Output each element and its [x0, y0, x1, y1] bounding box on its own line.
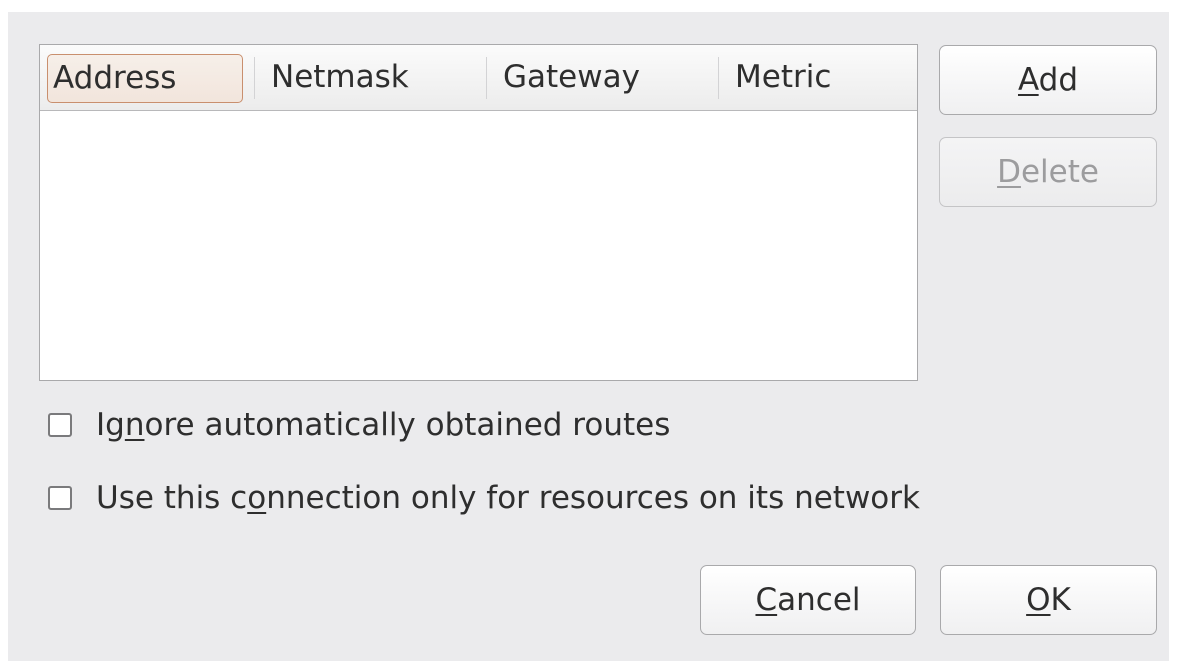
column-separator[interactable]	[486, 57, 487, 99]
column-header-label: Netmask	[271, 59, 409, 95]
column-separator[interactable]	[254, 57, 255, 99]
routes-table-body[interactable]	[40, 111, 917, 380]
add-button[interactable]: Add	[939, 45, 1157, 115]
button-label: OK	[1026, 582, 1071, 618]
column-header-label: Address	[53, 60, 177, 96]
delete-button[interactable]: Delete	[939, 137, 1157, 207]
column-header-label: Metric	[735, 59, 832, 95]
ok-button[interactable]: OK	[940, 565, 1157, 635]
button-label: Delete	[997, 154, 1099, 190]
column-header-netmask[interactable]: Netmask	[256, 45, 486, 110]
only-network-checkbox[interactable]	[48, 486, 72, 510]
ignore-routes-checkbox[interactable]	[48, 413, 72, 437]
column-separator[interactable]	[718, 57, 719, 99]
only-network-label: Use this connection only for resources o…	[96, 480, 920, 516]
routes-table-header: Address Netmask Gateway Metric	[40, 45, 917, 111]
column-header-metric[interactable]: Metric	[720, 45, 916, 110]
column-header-gateway[interactable]: Gateway	[488, 45, 718, 110]
routes-table: Address Netmask Gateway Metric	[39, 44, 918, 381]
column-header-address[interactable]: Address	[47, 54, 243, 103]
column-header-label: Gateway	[503, 59, 640, 95]
edit-routes-dialog: Address Netmask Gateway Metric Add Delet…	[8, 12, 1169, 661]
button-label: Cancel	[755, 582, 861, 618]
button-label: Add	[1017, 62, 1079, 98]
ignore-routes-label: Ignore automatically obtained routes	[96, 407, 671, 443]
cancel-button[interactable]: Cancel	[700, 565, 916, 635]
